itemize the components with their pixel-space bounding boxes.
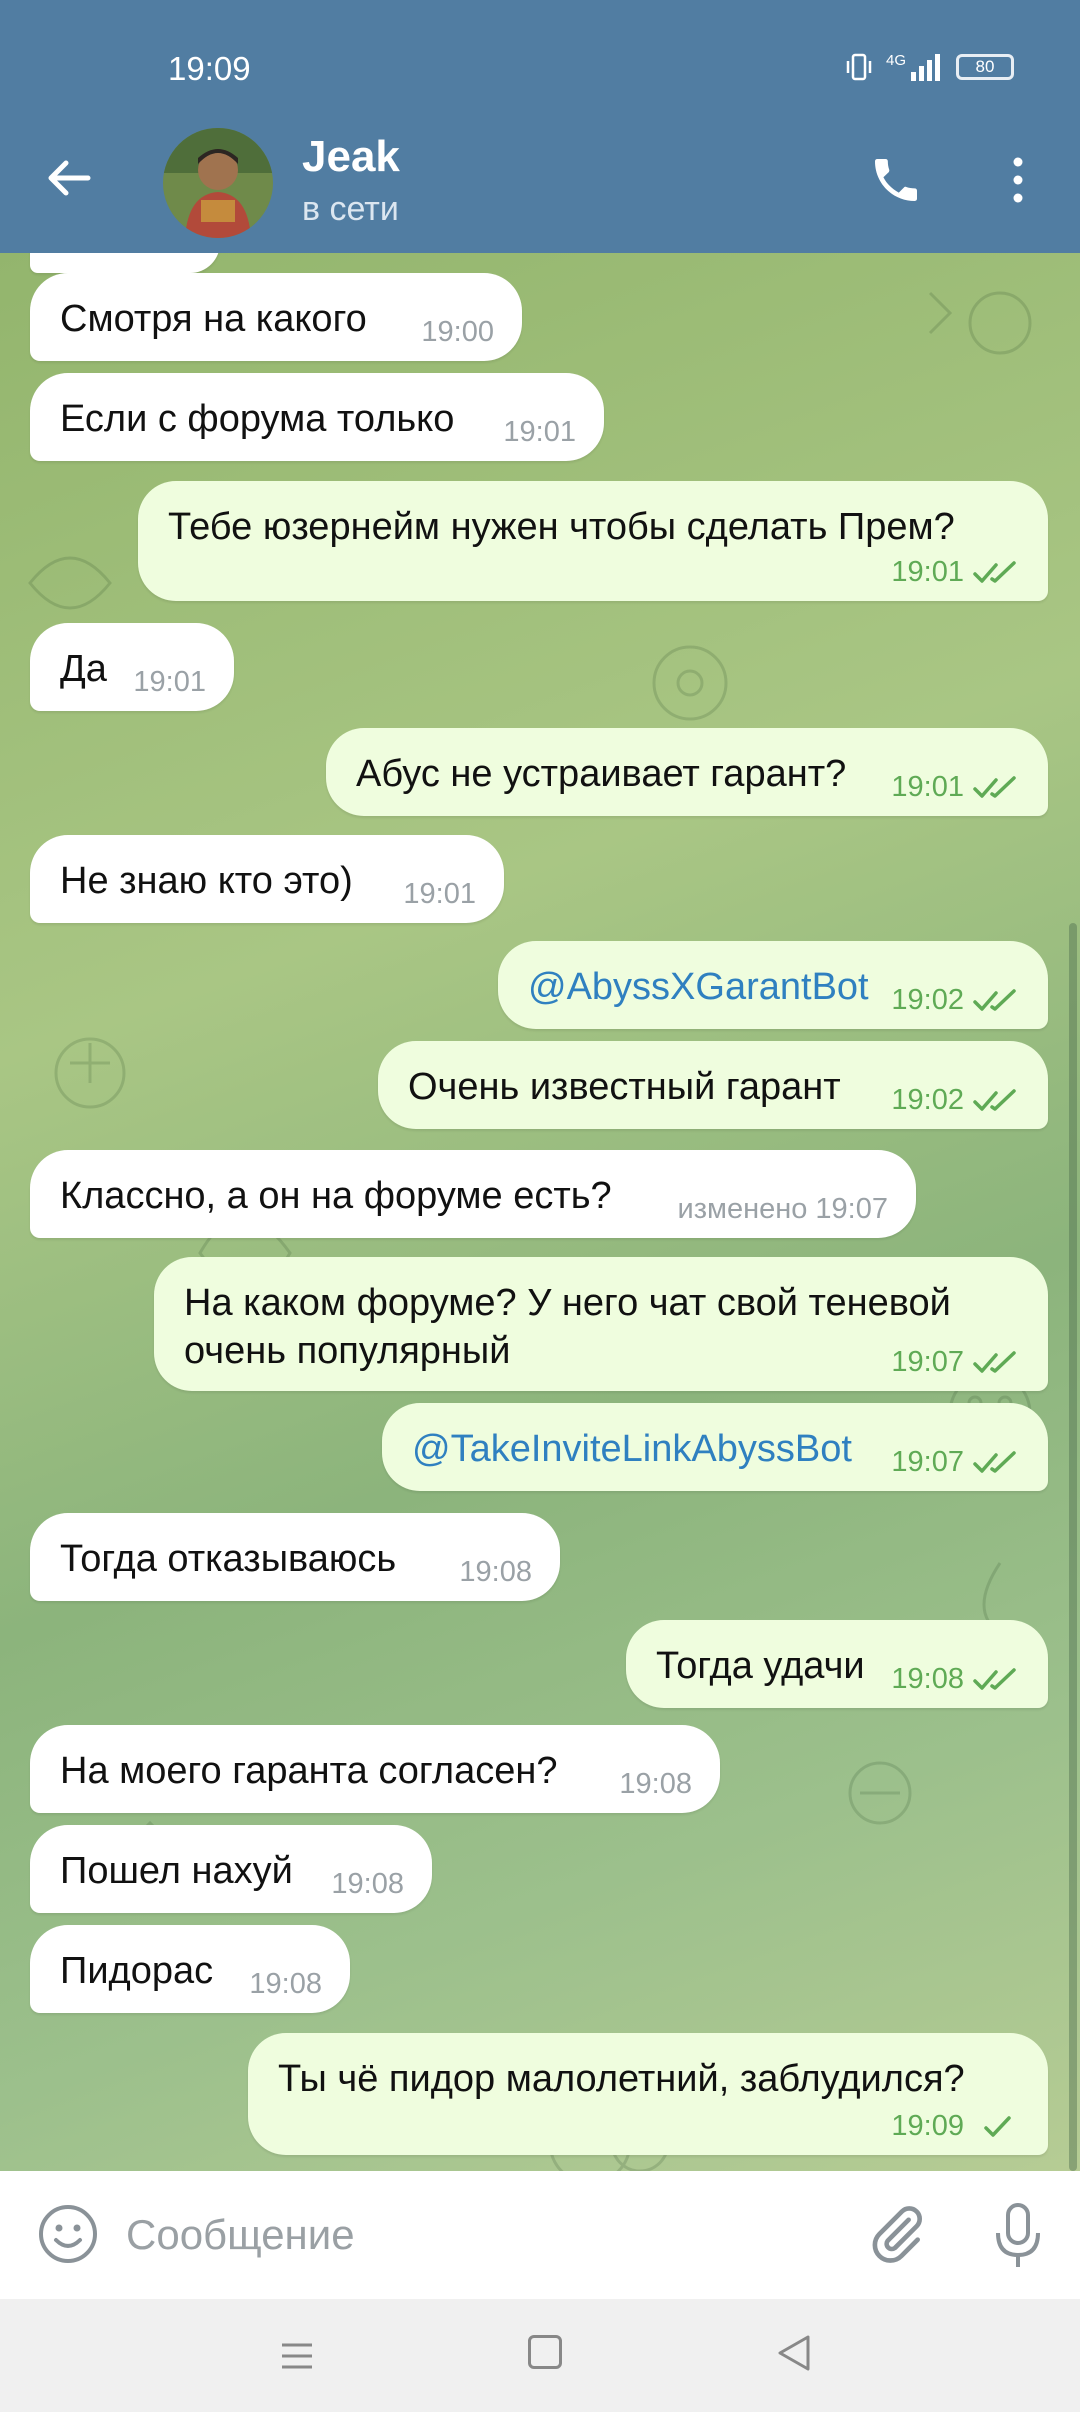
message-bubble[interactable]: Тебе юзернейм нужен чтобы сделать Прем? …	[138, 481, 1048, 601]
status-icons: 4G 80	[846, 52, 1014, 82]
message-bubble[interactable]: @AbyssXGarantBot 19:02	[498, 941, 1048, 1029]
message-bubble[interactable]: На каком форуме? У него чат свой теневой…	[154, 1257, 1048, 1391]
message-bubble-partial	[30, 253, 220, 273]
message-bubble[interactable]: Очень известный гарант 19:02	[378, 1041, 1048, 1129]
network-label: 4G	[885, 52, 906, 69]
message-time: 19:09	[891, 2110, 1018, 2143]
double-check-icon	[973, 1667, 1016, 1690]
message-bubble[interactable]: На моего гаранта согласен? 19:08	[30, 1725, 720, 1813]
microphone-icon[interactable]	[990, 2201, 1046, 2271]
battery-indicator: 80	[956, 54, 1014, 80]
message-text: Абус не устраивает гарант?	[356, 753, 847, 795]
message-time: 19:02	[891, 984, 1018, 1017]
message-text: Смотря на какого	[60, 298, 367, 340]
message-time: 19:01	[503, 416, 576, 448]
message-link[interactable]: @AbyssXGarantBot	[528, 963, 869, 1011]
contact-name[interactable]: Jeak	[302, 132, 400, 182]
more-vertical-icon[interactable]	[1000, 152, 1036, 208]
message-time: 19:08	[891, 1663, 1018, 1696]
chat-area[interactable]: Смотря на какого 19:00 Если с форума тол…	[0, 253, 1080, 2171]
signal-icon	[911, 54, 940, 81]
message-bubble[interactable]: Да 19:01	[30, 623, 234, 711]
message-text-line: очень популярный	[184, 1330, 511, 1372]
message-time: 19:00	[421, 316, 494, 348]
message-text: Тебе юзернейм нужен чтобы сделать Прем?	[168, 506, 955, 548]
message-time: 19:02	[891, 1084, 1018, 1117]
vibrate-icon	[846, 53, 872, 81]
message-text: На каком форуме? У него чат свой теневой…	[184, 1279, 951, 1375]
message-text: Тогда отказываюсь	[60, 1538, 397, 1580]
message-text: Если с форума только	[60, 398, 455, 440]
message-time: 19:01	[403, 878, 476, 910]
message-bubble[interactable]: Классно, а он на форуме есть? изменено 1…	[30, 1150, 916, 1238]
message-text: Тогда удачи	[656, 1645, 865, 1687]
double-check-icon	[973, 1450, 1016, 1473]
message-bubble[interactable]: @TakeInviteLinkAbyssBot 19:07	[382, 1403, 1048, 1491]
paperclip-icon[interactable]	[866, 2203, 928, 2265]
message-time: 19:08	[331, 1868, 404, 1900]
message-time: изменено 19:07	[677, 1193, 888, 1225]
message-time: 19:01	[891, 556, 1018, 589]
message-bubble[interactable]: Если с форума только 19:01	[30, 373, 604, 461]
message-input[interactable]	[126, 2201, 826, 2269]
message-bubble[interactable]: Ты чё пидор малолетний, заблудился? 19:0…	[248, 2033, 1048, 2155]
double-check-icon	[973, 775, 1016, 798]
message-bubble[interactable]: Пидорас 19:08	[30, 1925, 350, 2013]
double-check-icon	[973, 1088, 1016, 1111]
message-text: На моего гаранта согласен?	[60, 1750, 558, 1792]
message-bubble[interactable]: Не знаю кто это) 19:01	[30, 835, 504, 923]
double-check-icon	[973, 988, 1016, 1011]
message-text: Не знаю кто это)	[60, 860, 353, 902]
double-check-icon	[973, 560, 1016, 583]
back-triangle-icon[interactable]	[776, 2333, 812, 2373]
status-time: 19:09	[168, 50, 251, 87]
chat-header: 19:09 4G 80 Jeak в сети	[0, 0, 1080, 253]
message-input-bar	[0, 2171, 1080, 2299]
message-text: Да	[60, 648, 107, 690]
chat-scrollbar[interactable]	[1069, 923, 1077, 2171]
single-check-icon	[984, 2115, 1011, 2137]
contact-avatar[interactable]	[163, 128, 273, 238]
back-arrow-icon[interactable]	[44, 152, 96, 204]
message-time: 19:07	[891, 1446, 1018, 1479]
message-time: 19:01	[891, 771, 1018, 804]
home-icon[interactable]	[528, 2335, 562, 2369]
message-text: Очень известный гарант	[408, 1066, 841, 1108]
smile-icon[interactable]	[36, 2202, 100, 2266]
contact-status: в сети	[302, 190, 399, 228]
message-link[interactable]: @TakeInviteLinkAbyssBot	[412, 1425, 852, 1473]
message-time: 19:08	[459, 1556, 532, 1588]
message-time: 19:08	[249, 1968, 322, 2000]
message-text: Пошел нахуй	[60, 1850, 293, 1892]
message-text-line: На каком форуме? У него чат свой теневой	[184, 1282, 951, 1324]
message-text: Пидорас	[60, 1950, 214, 1992]
message-time: 19:01	[133, 666, 206, 698]
message-time: 19:08	[619, 1768, 692, 1800]
system-nav-bar	[0, 2299, 1080, 2412]
double-check-icon	[973, 1350, 1016, 1373]
message-bubble[interactable]: Тогда отказываюсь 19:08	[30, 1513, 560, 1601]
message-bubble[interactable]: Абус не устраивает гарант? 19:01	[326, 728, 1048, 816]
message-time: 19:07	[891, 1346, 1018, 1379]
message-text: Классно, а он на форуме есть?	[60, 1175, 612, 1217]
message-bubble[interactable]: Смотря на какого 19:00	[30, 273, 522, 361]
recents-icon[interactable]	[278, 2337, 316, 2375]
message-bubble[interactable]: Пошел нахуй 19:08	[30, 1825, 432, 1913]
message-text: Ты чё пидор малолетний, заблудился?	[278, 2058, 965, 2100]
message-bubble[interactable]: Тогда удачи 19:08	[626, 1620, 1048, 1708]
phone-icon[interactable]	[868, 152, 924, 208]
